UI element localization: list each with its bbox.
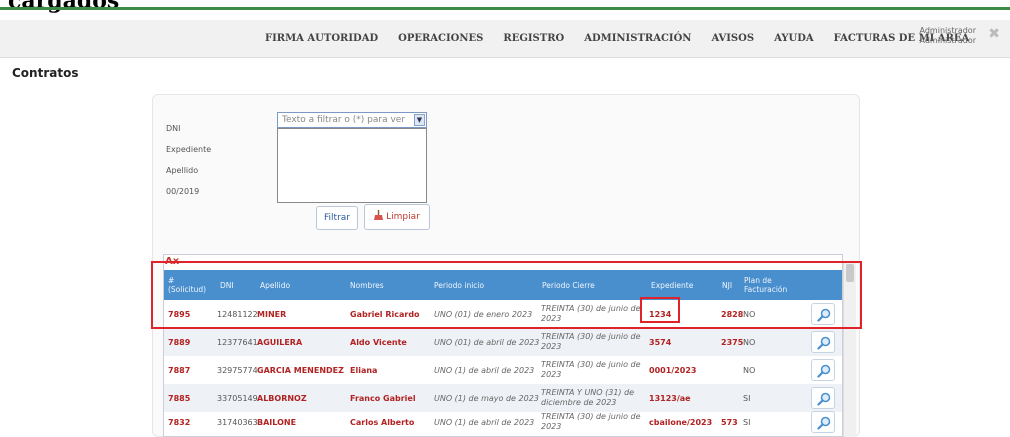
filter-label-dni: DNI [166, 124, 181, 133]
filter-select[interactable]: Texto a filtrar o (*) para ver todo ▼ [277, 112, 427, 139]
menu-registro[interactable]: REGISTRO [493, 20, 574, 58]
cell-cierre: TREINTA (30) de junio de 2023 [541, 332, 641, 351]
broom-icon [374, 210, 384, 220]
top-accent-line [0, 7, 1010, 10]
cell-solicitud[interactable]: 7832 [168, 408, 190, 436]
filter-label-apellido: Apellido [166, 166, 199, 175]
cell-apellido[interactable]: BAILONE [257, 408, 296, 436]
filter-label-period: 00/2019 [166, 187, 200, 196]
clear-button[interactable]: Limpiar [364, 204, 430, 230]
cell-apellido[interactable]: AGUILERA [257, 328, 302, 356]
cell-cierre: TREINTA (30) de junio de 2023 [541, 360, 641, 379]
clear-button-label: Limpiar [386, 212, 420, 222]
user-info: Administrador Administrador [920, 26, 976, 46]
magnifier-icon[interactable] [811, 387, 835, 409]
filter-labels: DNI Expediente Apellido 00/2019 [166, 118, 211, 202]
cell-nombres[interactable]: Eliana [350, 356, 377, 384]
cell-plan: NO [743, 365, 756, 375]
top-navbar: FIRMA AUTORIDAD OPERACIONES REGISTRO ADM… [0, 20, 1010, 58]
cell-dni: 32975774 [217, 365, 258, 375]
menu-ayuda[interactable]: AYUDA [764, 20, 824, 58]
section-title: Contratos [12, 66, 79, 80]
user-role: Administrador [919, 36, 976, 45]
cell-inicio: UNO (1) de abril de 2023 [434, 365, 535, 375]
cell-expediente[interactable]: cbailone/2023 [649, 408, 712, 436]
cell-nji[interactable]: 573 [721, 408, 738, 436]
table-row[interactable]: 7887 32975774 GARCIA MENENDEZ Eliana UNO… [164, 356, 842, 384]
cell-inicio: UNO (1) de abril de 2023 [434, 417, 535, 427]
cell-plan: SI [743, 417, 751, 427]
highlight-box-expediente [640, 297, 680, 323]
cell-nombres[interactable]: Aldo Vicente [350, 328, 407, 356]
menu-firma-autoridad[interactable]: FIRMA AUTORIDAD [255, 20, 388, 58]
cell-solicitud[interactable]: 7889 [168, 328, 190, 356]
menu-administracion[interactable]: ADMINISTRACIÓN [574, 20, 701, 58]
magnifier-icon[interactable] [811, 359, 835, 381]
cell-cierre: TREINTA (30) de junio de 2023 [541, 412, 641, 431]
menu-avisos[interactable]: AVISOS [701, 20, 764, 58]
cell-nji[interactable]: 2375 [721, 328, 743, 356]
cell-nombres[interactable]: Carlos Alberto [350, 408, 414, 436]
filter-button[interactable]: Filtrar [316, 206, 358, 230]
close-x-icon[interactable]: ✖ [988, 26, 1000, 42]
table-row[interactable]: 7832 31740363 BAILONE Carlos Alberto UNO… [164, 408, 842, 436]
table-row[interactable]: 7889 12377641 AGUILERA Aldo Vicente UNO … [164, 328, 842, 356]
highlight-box-row [151, 261, 862, 329]
cell-expediente[interactable]: 3574 [649, 328, 671, 356]
cell-dni: 31740363 [217, 417, 258, 427]
main-menu: FIRMA AUTORIDAD OPERACIONES REGISTRO ADM… [255, 20, 979, 58]
cell-solicitud[interactable]: 7887 [168, 356, 190, 384]
cell-dni: 12377641 [217, 337, 258, 347]
filter-options-list[interactable] [277, 128, 427, 203]
magnifier-icon[interactable] [811, 331, 835, 353]
cell-inicio: UNO (01) de abril de 2023 [434, 337, 540, 347]
chevron-down-icon[interactable]: ▼ [414, 114, 425, 126]
cell-plan: NO [743, 337, 756, 347]
cell-apellido[interactable]: GARCIA MENENDEZ [257, 356, 344, 384]
magnifier-icon[interactable] [811, 411, 835, 433]
user-name: Administrador [919, 26, 976, 35]
menu-operaciones[interactable]: OPERACIONES [388, 20, 493, 58]
cell-expediente[interactable]: 0001/2023 [649, 356, 696, 384]
filter-label-expediente: Expediente [166, 145, 212, 154]
